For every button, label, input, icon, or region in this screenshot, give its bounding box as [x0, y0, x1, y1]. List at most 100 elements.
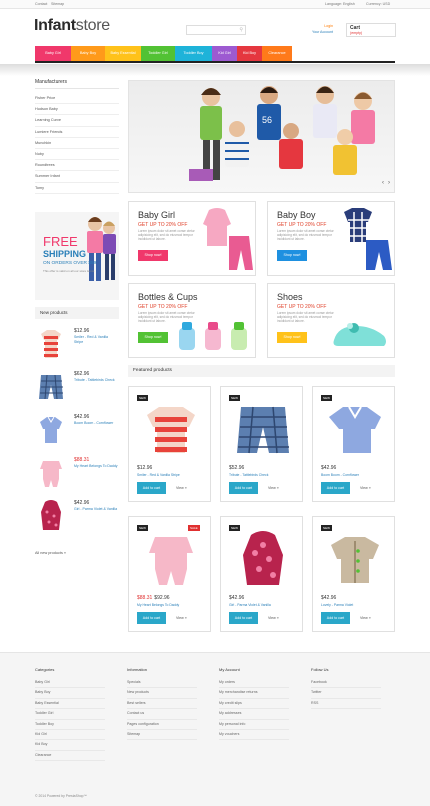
logo[interactable]: Infantstore: [34, 17, 110, 35]
new-product-name[interactable]: Smiler - Red & Vanilla Stripe: [74, 335, 118, 344]
add-to-cart-button[interactable]: Add to cart: [137, 612, 166, 624]
all-new-products-link[interactable]: All new products »: [35, 551, 66, 555]
shop-now-button[interactable]: Shop now!: [138, 250, 168, 261]
nav-item[interactable]: Toddler Girl: [141, 46, 175, 61]
view-link[interactable]: View »: [268, 616, 279, 620]
search-icon[interactable]: ⚲: [239, 27, 243, 33]
product-card[interactable]: NEW $42.96 Lovely - Parma Violet Add to …: [312, 516, 395, 632]
add-to-cart-button[interactable]: Add to cart: [229, 612, 258, 624]
promo-bottles-cups[interactable]: Bottles & Cups GET UP TO 20% OFF Lorem i…: [128, 283, 256, 358]
contact-link[interactable]: Contact: [35, 2, 47, 6]
manufacturer-item[interactable]: Tomy: [35, 183, 119, 194]
shop-now-button[interactable]: Shop now!: [277, 250, 307, 261]
footer-link[interactable]: Specials: [127, 678, 197, 689]
manufacturer-item[interactable]: Learning Curve: [35, 115, 119, 127]
view-link[interactable]: View »: [360, 486, 371, 490]
view-link[interactable]: View »: [176, 486, 187, 490]
product-name[interactable]: Boom Boom - Cornflower: [321, 473, 359, 477]
new-product-item[interactable]: $42.96 Girl - Parma Violet & Vanilla: [35, 496, 119, 539]
account-link[interactable]: Your Account: [312, 30, 333, 36]
view-link[interactable]: View »: [268, 486, 279, 490]
currency-select[interactable]: Currency: USD: [366, 2, 390, 6]
add-to-cart-button[interactable]: Add to cart: [321, 612, 350, 624]
nav-item[interactable]: Toddler Boy: [175, 46, 212, 61]
product-card[interactable]: NEW SALE $88.31 $92.96 My Heart Belongs T…: [128, 516, 211, 632]
new-product-item[interactable]: $42.96 Boom Boom - Cornflower: [35, 410, 119, 453]
nav-item[interactable]: Clearance: [262, 46, 292, 61]
promo-description: Lorem ipsum dolor sit amet conse ctetur …: [277, 229, 334, 241]
footer-link[interactable]: Baby Essential: [35, 699, 105, 710]
footer-link[interactable]: My vouchers: [219, 730, 289, 741]
promo-baby-boy[interactable]: Baby Boy GET UP TO 20% OFF Lorem ipsum d…: [267, 201, 395, 276]
new-product-item[interactable]: $62.96 Tribute - Tattlebirds Check: [35, 367, 119, 410]
manufacturer-item[interactable]: Summer Infant: [35, 171, 119, 183]
footer-link[interactable]: My addresses: [219, 709, 289, 720]
new-product-name[interactable]: Boom Boom - Cornflower: [74, 421, 118, 426]
nav-item[interactable]: Kid Boy: [237, 46, 262, 61]
nav-item[interactable]: Baby Girl: [35, 46, 71, 61]
product-name[interactable]: Lovely - Parma Violet: [321, 603, 353, 607]
footer-link[interactable]: Contact us: [127, 709, 197, 720]
slider-next-icon[interactable]: ›: [388, 180, 390, 186]
manufacturer-item[interactable]: Nuby: [35, 149, 119, 161]
footer-link[interactable]: My merchandise returns: [219, 688, 289, 699]
view-link[interactable]: View »: [360, 616, 371, 620]
footer-link[interactable]: Pages configuration: [127, 720, 197, 730]
add-to-cart-button[interactable]: Add to cart: [137, 482, 166, 494]
footer-link[interactable]: Kid Boy: [35, 740, 105, 751]
footer-link[interactable]: Best sellers: [127, 699, 197, 710]
shop-now-button[interactable]: Shop now!: [277, 332, 307, 343]
language-select[interactable]: Language: English: [325, 2, 355, 6]
new-product-name[interactable]: Girl - Parma Violet & Vanilla: [74, 507, 118, 512]
manufacturer-item[interactable]: Lumiere Friends: [35, 127, 119, 138]
promo-shoes[interactable]: Shoes GET UP TO 20% OFF Lorem ipsum dolo…: [267, 283, 395, 358]
add-to-cart-button[interactable]: Add to cart: [229, 482, 258, 494]
manufacturer-item[interactable]: Fisher Price: [35, 93, 119, 105]
new-product-item[interactable]: $12.96 Smiler - Red & Vanilla Stripe: [35, 324, 119, 367]
promo-baby-girl[interactable]: Baby Girl GET UP TO 20% OFF Lorem ipsum …: [128, 201, 256, 276]
add-to-cart-button[interactable]: Add to cart: [321, 482, 350, 494]
footer-link[interactable]: Clearance: [35, 751, 105, 762]
view-link[interactable]: View »: [176, 616, 187, 620]
manufacturer-item[interactable]: Roundtrees: [35, 160, 119, 172]
footer-link[interactable]: RSS: [311, 699, 381, 710]
cart-block[interactable]: Cart (empty): [346, 23, 396, 37]
product-name[interactable]: Girl - Parma Violet & Vanilla: [229, 603, 271, 607]
free-shipping-banner[interactable]: FREE SHIPPING ON ORDERS OVER $59 This of…: [35, 212, 119, 300]
nav-item[interactable]: Baby Boy: [71, 46, 105, 61]
new-product-item[interactable]: $88.31 My Heart Belongs To Daddy: [35, 453, 119, 496]
product-name[interactable]: Tribute - Tattlebirds Check: [229, 473, 268, 477]
footer-link[interactable]: My orders: [219, 678, 289, 689]
product-card[interactable]: NEW $12.96 Smiler - Red & Vanilla Stripe…: [128, 386, 211, 502]
footer-link[interactable]: Toddler Girl: [35, 709, 105, 720]
product-card[interactable]: NEW $52.96 Tribute - Tattlebirds Check A…: [220, 386, 303, 502]
slider-prev-icon[interactable]: ‹: [382, 180, 384, 186]
footer-link[interactable]: Toddler Boy: [35, 720, 105, 730]
footer-link[interactable]: My personal info: [219, 720, 289, 730]
footer-link[interactable]: Baby Girl: [35, 678, 105, 689]
sitemap-link[interactable]: Sitemap: [51, 2, 64, 6]
footer-link[interactable]: My credit slips: [219, 699, 289, 710]
shop-now-button[interactable]: Shop now!: [138, 332, 168, 343]
footer-link[interactable]: Kid Girl: [35, 730, 105, 741]
new-product-name[interactable]: My Heart Belongs To Daddy: [74, 464, 118, 469]
hero-slider[interactable]: 56 ‹ ›: [128, 80, 395, 193]
footer-link[interactable]: Baby Boy: [35, 688, 105, 699]
login-link[interactable]: Login: [324, 24, 333, 28]
product-name[interactable]: My Heart Belongs To Daddy: [137, 603, 179, 607]
sippy-cups-image: [179, 322, 247, 350]
cart-status: (empty): [350, 31, 363, 35]
product-name[interactable]: Smiler - Red & Vanilla Stripe: [137, 473, 180, 477]
search-input[interactable]: ⚲: [186, 25, 246, 35]
new-product-name[interactable]: Tribute - Tattlebirds Check: [74, 378, 118, 383]
manufacturer-item[interactable]: Munchkin: [35, 138, 119, 149]
product-card[interactable]: NEW $42.96 Boom Boom - Cornflower Add to…: [312, 386, 395, 502]
product-card[interactable]: NEW $42.96 Girl - Parma Violet & Vanilla…: [220, 516, 303, 632]
manufacturer-item[interactable]: Hudson Baby: [35, 104, 119, 116]
footer-link[interactable]: New products: [127, 688, 197, 699]
footer-link[interactable]: Facebook: [311, 678, 381, 689]
footer-link[interactable]: Sitemap: [127, 730, 197, 741]
nav-item[interactable]: Baby Essential: [105, 46, 141, 61]
footer-link[interactable]: Twitter: [311, 688, 381, 699]
nav-item[interactable]: Kid Girl: [212, 46, 237, 61]
